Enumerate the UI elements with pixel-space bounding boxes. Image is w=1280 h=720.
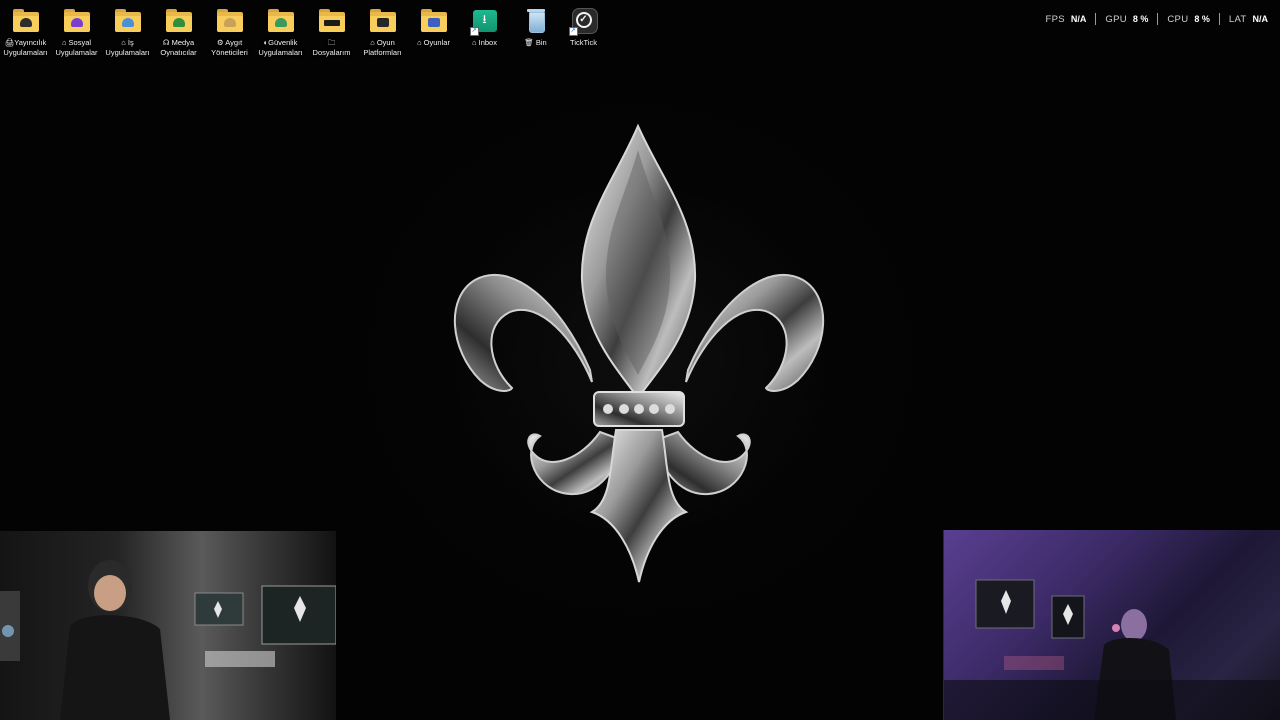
ticktick-icon: ✓ ↗ — [568, 6, 599, 36]
folder-work-icon — [113, 6, 143, 34]
icon-label: ⚙ Aygıt Yöneticileri — [211, 38, 248, 57]
cpu-value: 8 % — [1194, 14, 1210, 24]
webcam-right — [943, 530, 1280, 720]
icon-label: ⌂ Sosyal Uygulamalar — [55, 38, 98, 57]
icon-label: ⌂ Oyunlar — [417, 38, 450, 47]
lat-value: N/A — [1252, 14, 1269, 24]
desktop-icon-sosyal[interactable]: ⌂ Sosyal Uygulamalar — [51, 4, 102, 58]
desktop-icon-oyunlar[interactable]: ⌂ Oyunlar — [408, 4, 459, 48]
folder-files-icon — [317, 6, 347, 34]
shortcut-arrow-icon: ↗ — [568, 27, 578, 36]
fps-value: N/A — [1070, 14, 1087, 24]
fps-stat: FPS N/A — [1036, 14, 1095, 25]
icon-label: ◐Güvenlik Uygulamaları — [258, 38, 303, 57]
lat-stat: LAT N/A — [1220, 14, 1268, 25]
webcam-left-scene — [0, 560, 336, 720]
desktop-icon-medya[interactable]: ☊ Medya Oynatıcılar — [153, 4, 204, 58]
folder-social-icon — [62, 6, 92, 34]
desktop-icon-ticktick[interactable]: ✓ ↗ TickTick — [558, 4, 609, 48]
icon-label: ☊ Medya Oynatıcılar — [160, 38, 197, 57]
folder-headset-icon — [11, 6, 41, 34]
fps-label: FPS — [1045, 13, 1065, 25]
icon-label: ⌂ Inbox — [472, 38, 497, 47]
icon-label: TickTick — [570, 38, 597, 47]
shortcut-arrow-icon: ↗ — [469, 27, 479, 36]
desktop-icon-yayincilik[interactable]: 🖨Yayıncılık Uygulamaları — [0, 4, 51, 58]
gpu-stat: GPU 8 % — [1096, 14, 1157, 25]
desktop-icon-oyun-platformlari[interactable]: ⌂ Oyun Platformları — [357, 4, 408, 58]
webcam-left — [0, 531, 336, 720]
icon-label: 🗀 Dosyalarım — [312, 38, 351, 57]
desktop-icon-guvenlik[interactable]: ◐Güvenlik Uygulamaları — [255, 4, 306, 58]
folder-games-icon — [419, 6, 449, 34]
desktop-icon-inbox[interactable]: ⭳ ↗ ⌂ Inbox — [459, 4, 510, 48]
performance-overlay: FPS N/A GPU 8 % CPU 8 % LAT N/A — [1036, 12, 1268, 26]
desktop-icon-is[interactable]: ⌂ İş Uygulamaları — [102, 4, 153, 58]
folder-media-icon — [164, 6, 194, 34]
icon-label: 🖨Yayıncılık Uygulamaları — [3, 38, 48, 57]
icon-label: ⌂ İş Uygulamaları — [105, 38, 150, 57]
inbox-download-icon: ⭳ ↗ — [469, 6, 500, 36]
folder-device-icon — [215, 6, 245, 34]
gpu-value: 8 % — [1132, 14, 1149, 24]
gpu-label: GPU — [1105, 13, 1127, 25]
desktop-icon-bin[interactable]: 🗑 Bin — [510, 4, 561, 48]
recycle-bin-icon — [521, 6, 551, 34]
desktop-icon-aygit[interactable]: ⚙ Aygıt Yöneticileri — [204, 4, 255, 58]
desktop-icon-dosyalarim[interactable]: 🗀 Dosyalarım — [306, 4, 357, 58]
folder-security-icon — [266, 6, 296, 34]
cpu-label: CPU — [1167, 13, 1189, 25]
cpu-stat: CPU 8 % — [1158, 14, 1218, 25]
folder-game-platform-icon — [368, 6, 398, 34]
lat-label: LAT — [1228, 13, 1247, 25]
webcam-right-scene — [944, 579, 1280, 720]
icon-label: ⌂ Oyun Platformları — [363, 38, 402, 57]
icon-label: 🗑 Bin — [524, 38, 547, 47]
fleur-de-lis-wallpaper — [454, 123, 824, 583]
